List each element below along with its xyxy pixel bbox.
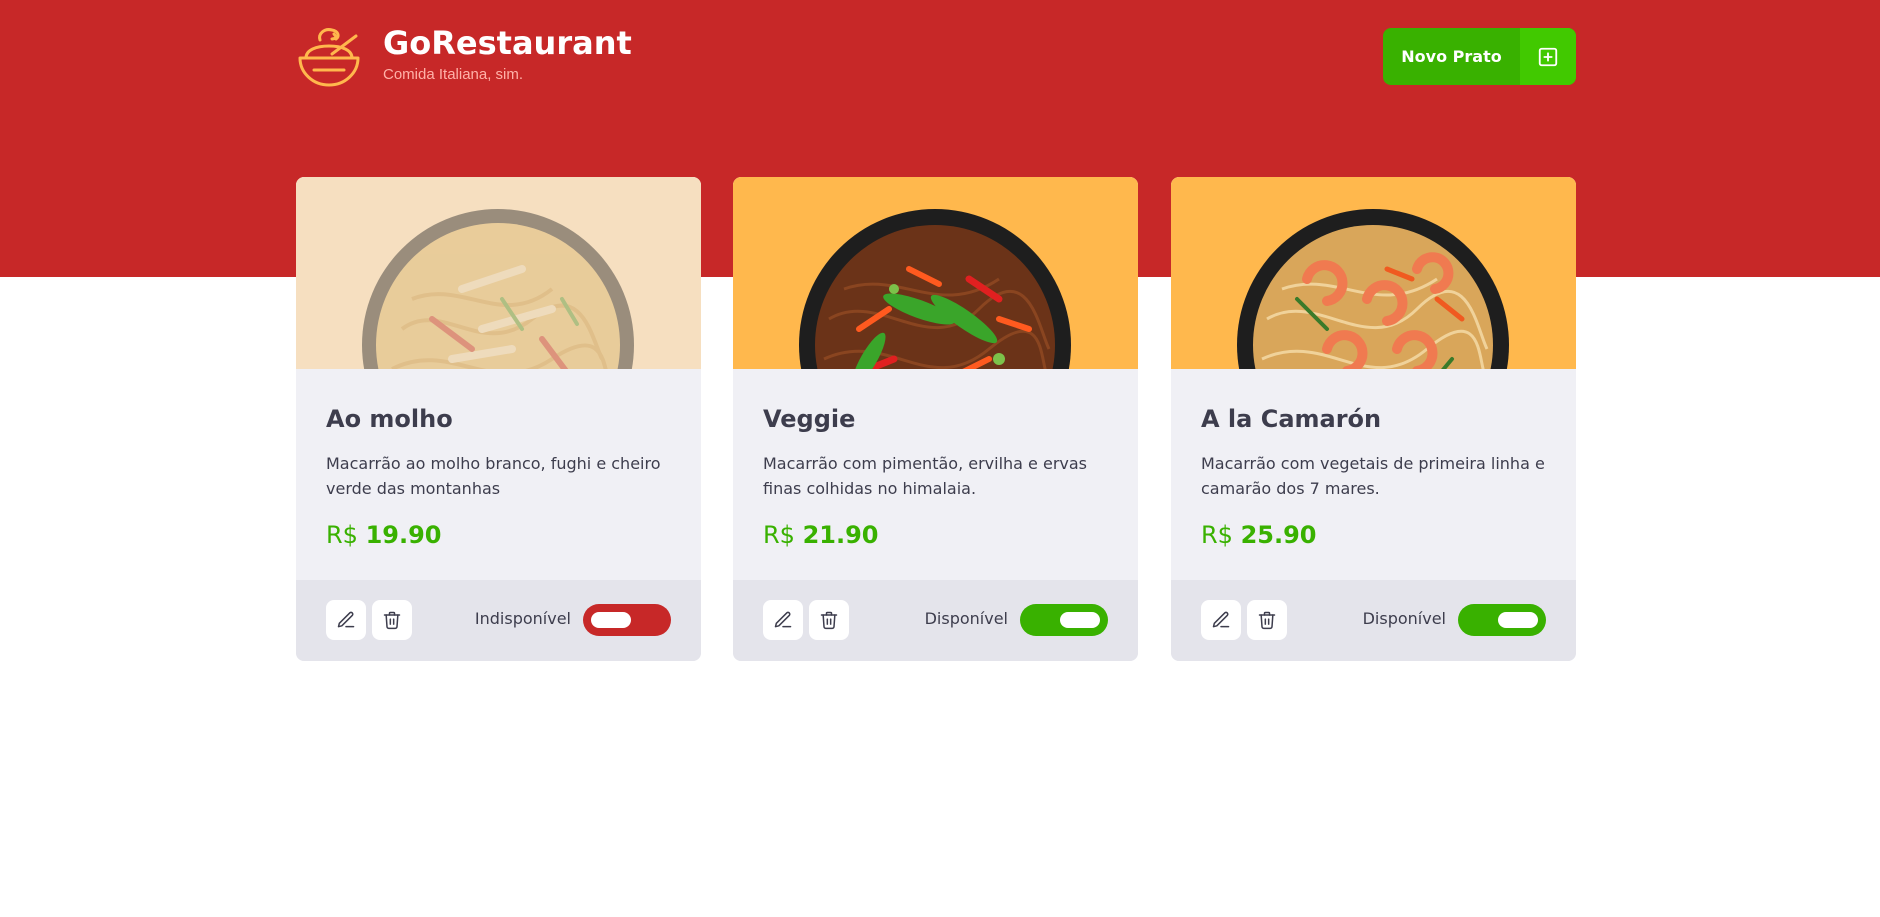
delete-button[interactable] (809, 600, 849, 640)
food-description: Macarrão com pimentão, ervilha e ervas f… (763, 454, 1088, 498)
pasta-white-sauce-image (362, 209, 634, 369)
price-value: 21.90 (802, 521, 879, 549)
food-details: Veggie Macarrão com pimentão, ervilha e … (733, 369, 1138, 580)
price-value: 19.90 (365, 521, 442, 549)
trash-icon (1258, 611, 1276, 630)
bowl-logo-icon (298, 28, 360, 87)
pencil-icon (337, 611, 355, 628)
new-dish-button-label: Novo Prato (1401, 47, 1502, 66)
food-price: R$ 21.90 (763, 521, 879, 549)
toggle-knob (1498, 612, 1538, 628)
delete-button[interactable] (372, 600, 412, 640)
food-list: Ao molho Macarrão ao molho branco, fughi… (296, 177, 1576, 661)
food-card: A la Camarón Macarrão com vegetais de pr… (1171, 177, 1576, 661)
new-dish-button[interactable]: Novo Prato (1383, 28, 1576, 85)
delete-button[interactable] (1247, 600, 1287, 640)
food-name: Ao molho (326, 405, 453, 433)
app-title: GoRestaurant (383, 24, 632, 62)
pencil-icon (1212, 611, 1230, 628)
food-name: A la Camarón (1201, 405, 1382, 433)
food-details: Ao molho Macarrão ao molho branco, fughi… (296, 369, 701, 580)
edit-button[interactable] (1201, 600, 1241, 640)
pencil-icon (774, 611, 792, 628)
food-actions: Disponível (733, 580, 1138, 661)
availability-label: Disponível (924, 609, 1008, 628)
food-image (733, 177, 1138, 369)
toggle-knob (1060, 612, 1100, 628)
price-currency: R$ (1201, 521, 1233, 549)
food-description: Macarrão com vegetais de primeira linha … (1201, 454, 1545, 498)
availability-label: Indisponível (474, 609, 571, 628)
food-price: R$ 25.90 (1201, 521, 1317, 549)
food-price: R$ 19.90 (326, 521, 442, 549)
availability-toggle[interactable] (583, 604, 671, 636)
food-card: Veggie Macarrão com pimentão, ervilha e … (733, 177, 1138, 661)
price-currency: R$ (763, 521, 795, 549)
availability-toggle[interactable] (1458, 604, 1546, 636)
food-actions: Disponível (1171, 580, 1576, 661)
availability-toggle[interactable] (1020, 604, 1108, 636)
plus-square-icon (1520, 28, 1576, 85)
price-currency: R$ (326, 521, 358, 549)
pasta-shrimp-image (1237, 209, 1509, 369)
edit-button[interactable] (326, 600, 366, 640)
food-image (296, 177, 701, 369)
availability-label: Disponível (1362, 609, 1446, 628)
food-image (1171, 177, 1576, 369)
pasta-veggie-image (799, 209, 1071, 369)
food-details: A la Camarón Macarrão com vegetais de pr… (1171, 369, 1576, 580)
food-name: Veggie (763, 405, 856, 433)
app-header: GoRestaurant Comida Italiana, sim. Novo … (296, 24, 1576, 88)
trash-icon (820, 611, 838, 630)
food-actions: Indisponível (296, 580, 701, 661)
food-description: Macarrão ao molho branco, fughi e cheiro… (326, 454, 661, 498)
edit-button[interactable] (763, 600, 803, 640)
toggle-knob (591, 612, 631, 628)
app-subtitle: Comida Italiana, sim. (383, 66, 524, 83)
food-card: Ao molho Macarrão ao molho branco, fughi… (296, 177, 701, 661)
price-value: 25.90 (1240, 521, 1317, 549)
trash-icon (383, 611, 401, 630)
